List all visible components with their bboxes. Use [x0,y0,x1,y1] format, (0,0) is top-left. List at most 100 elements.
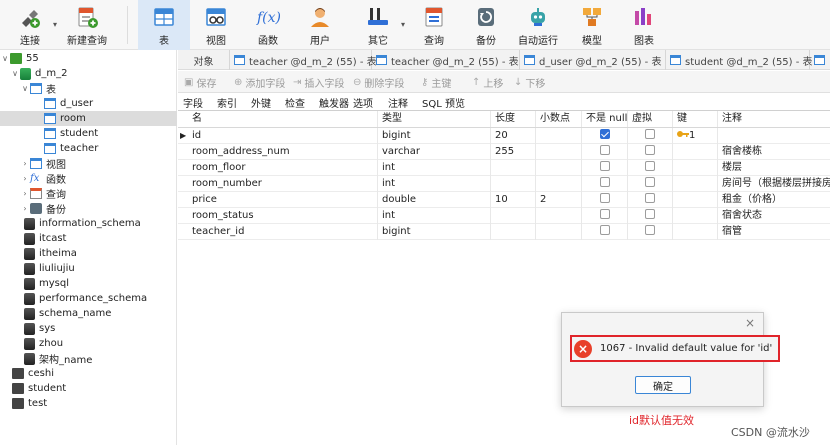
cell-type[interactable]: bigint [378,224,491,240]
tree-functions-group[interactable]: › fx 函数 [0,171,177,186]
column-header-type[interactable]: 类型 [378,111,491,127]
tree-database-item[interactable]: sys [0,321,177,336]
cell-not-null[interactable] [582,208,628,224]
checkbox[interactable] [645,177,655,187]
expand-chevron-icon[interactable]: › [20,204,30,213]
checkbox[interactable] [599,225,610,235]
checkbox[interactable] [645,193,655,203]
checkbox[interactable] [645,209,655,219]
cell-comment[interactable]: 房间号（根据楼层拼接房间 [718,176,830,192]
tab-editor[interactable]: student @d_m_2 (55) - 表 [666,50,813,70]
cell-not-null[interactable] [582,176,628,192]
tree-database-item[interactable]: schema_name [0,306,177,321]
subtab-checks[interactable]: 检查 [285,95,305,110]
tree-database-item[interactable]: itheima [0,246,177,261]
cell-length[interactable] [491,176,536,192]
cell-length[interactable]: 255 [491,144,536,160]
move-up-button[interactable]: ↑ 上移 [472,75,503,90]
tree-database-item[interactable]: 架构_name [0,351,177,366]
cell-not-null[interactable] [582,144,628,160]
cell-virtual[interactable] [628,128,673,144]
cell-virtual[interactable] [628,176,673,192]
tree-database-item[interactable]: mysql [0,276,177,291]
tab-partial[interactable] [810,50,830,70]
tree-database-item[interactable]: performance_schema [0,291,177,306]
checkbox[interactable] [599,177,610,187]
collapse-chevron-icon[interactable]: ∨ [0,54,10,63]
close-icon[interactable]: × [745,316,755,330]
cell-not-null[interactable] [582,160,628,176]
cell-virtual[interactable] [628,144,673,160]
add-field-button[interactable]: ⊕ 添加字段 [234,75,285,90]
cell-virtual[interactable] [628,192,673,208]
table-row[interactable]: room_address_num varchar 255 宿舍楼栋 [178,144,830,160]
toolbar-function-button[interactable]: f(x) 函数 [242,0,294,50]
cell-name[interactable]: teacher_id [188,224,378,240]
tree-tables-group[interactable]: ∨ 表 [0,81,177,96]
collapse-chevron-icon[interactable]: ∨ [20,84,30,93]
checkbox[interactable] [645,225,655,235]
cell-length[interactable] [491,160,536,176]
tree-views-group[interactable]: › 视图 [0,156,177,171]
column-header-length[interactable]: 长度 [491,111,536,127]
cell-key[interactable]: 1 [673,128,718,144]
tree-queries-group[interactable]: › 查询 [0,186,177,201]
delete-field-button[interactable]: ⊖ 删除字段 [353,75,404,90]
tree-connection-55[interactable]: ∨ 55 [0,51,177,66]
cell-decimals[interactable] [536,128,582,144]
cell-not-null[interactable] [582,192,628,208]
cell-type[interactable]: double [378,192,491,208]
tree-database-item[interactable]: information_schema [0,216,177,231]
toolbar-query-button[interactable]: 查询 [408,0,460,50]
table-row[interactable]: room_status int 宿舍状态 [178,208,830,224]
column-header-comment[interactable]: 注释 [718,111,830,127]
cell-key[interactable] [673,160,718,176]
collapse-chevron-icon[interactable]: ∨ [10,69,20,78]
cell-decimals[interactable] [536,160,582,176]
cell-decimals[interactable] [536,176,582,192]
cell-length[interactable]: 10 [491,192,536,208]
expand-chevron-icon[interactable]: › [20,189,30,198]
tree-connection-item[interactable]: test [0,396,177,411]
table-row[interactable]: ▶ id bigint 20 1 [178,128,830,144]
checkbox[interactable] [599,161,610,171]
column-header-not-null[interactable]: 不是 null [582,111,628,127]
cell-key[interactable] [673,176,718,192]
cell-name[interactable]: price [188,192,378,208]
checkbox[interactable] [645,129,655,139]
cell-length[interactable] [491,224,536,240]
table-row[interactable]: room_number int 房间号（根据楼层拼接房间 [178,176,830,192]
cell-comment[interactable]: 楼层 [718,160,830,176]
checkbox-checked[interactable] [599,129,610,139]
cell-length[interactable] [491,208,536,224]
column-header-key[interactable]: 键 [673,111,718,127]
subtab-comment[interactable]: 注释 [388,95,408,110]
tab-editor[interactable]: teacher @d_m_2 (55) - 表 [372,50,520,70]
ok-button[interactable]: 确定 [635,376,691,394]
cell-not-null[interactable] [582,128,628,144]
cell-decimals[interactable] [536,224,582,240]
cell-decimals[interactable]: 2 [536,192,582,208]
column-header-decimals[interactable]: 小数点 [536,111,582,127]
toolbar-new-query-button[interactable]: 新建查询 [61,0,113,50]
cell-name[interactable]: room_number [188,176,378,192]
tree-table-student[interactable]: student [0,126,177,141]
other-dropdown-icon[interactable]: ▾ [401,20,405,29]
tree-table-teacher[interactable]: teacher [0,141,177,156]
cell-comment[interactable]: 租金（价格） [718,192,830,208]
table-row[interactable]: teacher_id bigint 宿管 [178,224,830,240]
insert-field-button[interactable]: ⇥ 插入字段 [293,75,344,90]
cell-name[interactable]: room_floor [188,160,378,176]
toolbar-other-button[interactable]: 其它 [352,0,404,50]
subtab-foreign-keys[interactable]: 外键 [251,95,271,110]
toolbar-chart-button[interactable]: 图表 [618,0,670,50]
table-row[interactable]: room_floor int 楼层 [178,160,830,176]
tree-database-item[interactable]: liuliujiu [0,261,177,276]
cell-virtual[interactable] [628,208,673,224]
cell-name[interactable]: room_address_num [188,144,378,160]
expand-chevron-icon[interactable]: › [20,159,30,168]
cell-comment[interactable] [718,128,830,144]
cell-decimals[interactable] [536,208,582,224]
cell-virtual[interactable] [628,224,673,240]
toolbar-backup-button[interactable]: 备份 [460,0,512,50]
